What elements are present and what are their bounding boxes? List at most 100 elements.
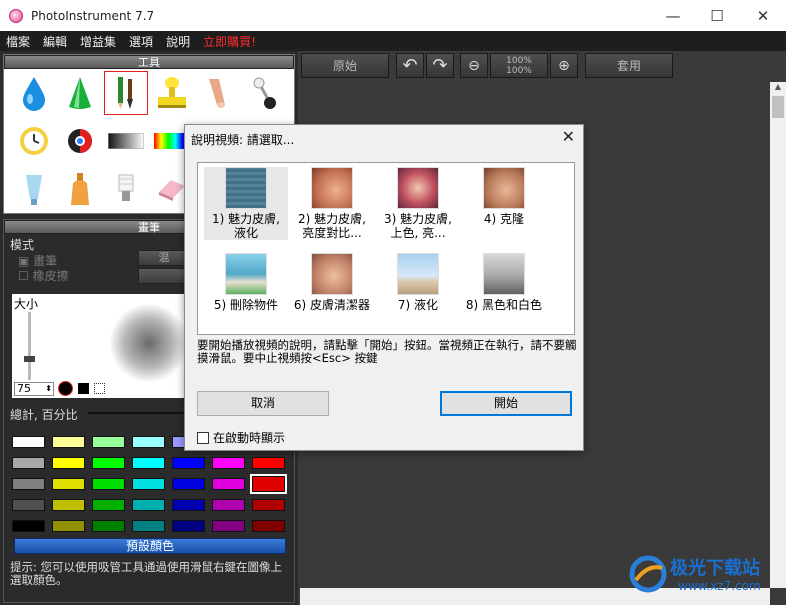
menu-buy-now[interactable]: 立即購買! [203,33,256,50]
size-slider-handle[interactable] [24,356,35,362]
redo-button[interactable]: ↷ [426,53,454,78]
menu-options[interactable]: 選項 [129,33,153,50]
apply-button[interactable]: 套用 [585,53,673,78]
show-on-start-label: 在啟動時顯示 [213,431,286,445]
bottle-tool-icon[interactable] [58,167,102,211]
color-swatch[interactable] [12,520,45,532]
color-swatch[interactable] [52,457,85,469]
show-on-start-checkbox[interactable]: 在啟動時顯示 [197,429,285,446]
video-label: 1) 魅力皮膚, 液化 [204,212,288,240]
color-swatch[interactable] [132,457,165,469]
vertical-scroll-thumb[interactable] [772,96,784,118]
color-swatch[interactable] [212,478,245,490]
dialog-message: 要開始播放視頻的說明，請點擊「開始」按鈕。當視頻正在執行，請不要觸摸滑鼠。要中止… [197,338,577,365]
color-swatch[interactable] [52,520,85,532]
undo-button[interactable]: ↶ [396,53,424,78]
video-item[interactable]: 3) 魅力皮膚, 上色, 亮... [376,167,460,240]
gradient-gray-tool-icon[interactable] [104,119,148,163]
zoom-out-icon: ⊖ [468,57,480,74]
color-swatch[interactable] [172,478,205,490]
color-swatch[interactable] [132,499,165,511]
color-swatch[interactable] [92,478,125,490]
size-slider-track [28,312,31,380]
color-swatch[interactable] [172,520,205,532]
color-swatch[interactable] [12,478,45,490]
color-swatch[interactable] [132,520,165,532]
video-item[interactable]: 7) 液化 [376,253,460,312]
start-button[interactable]: 開始 [440,391,572,416]
color-swatch[interactable] [212,457,245,469]
pin-tool-icon[interactable] [242,71,286,115]
color-swatch[interactable] [12,499,45,511]
round-brush-icon[interactable] [58,381,73,396]
video-label-line1: 6) 皮膚清潔器 [293,298,371,312]
video-item[interactable]: 5) 刪除物件 [204,253,288,312]
maximize-button[interactable]: ☐ [694,0,740,31]
menu-edit[interactable]: 編輯 [43,33,67,50]
close-button[interactable]: ✕ [740,0,786,31]
mode-second-button[interactable] [138,268,190,284]
cone-tool-icon[interactable] [58,71,102,115]
dialog-close-icon[interactable]: ✕ [562,127,575,146]
minimize-button[interactable]: — [650,0,696,31]
video-label-line2: 亮度對比... [302,226,362,240]
color-swatch[interactable] [92,436,125,448]
color-swatch[interactable] [252,499,285,511]
menu-help[interactable]: 說明 [166,33,190,50]
color-swatch[interactable] [212,499,245,511]
menu-plugins[interactable]: 增益集 [80,33,116,50]
color-swatch[interactable] [52,478,85,490]
total-percent-label: 總計, 百分比 [10,408,78,422]
color-swatch[interactable] [252,457,285,469]
help-video-dialog: 說明視頻: 請選取... ✕ 1) 魅力皮膚, 液化 2) 魅力皮膚, 亮度對比..… [184,124,584,451]
size-area: 大小 75 ⬍ [12,294,194,398]
clock-tool-icon[interactable] [12,119,56,163]
drop-tool-icon[interactable] [12,71,56,115]
tube-tool-icon[interactable] [12,167,56,211]
zoom-level[interactable]: 100% 100% [490,53,548,78]
video-item[interactable]: 4) 克隆 [462,167,546,226]
size-input[interactable]: 75 ⬍ [14,382,54,396]
zoom-in-button[interactable]: ⊕ [550,53,578,78]
spin-icon[interactable]: ⬍ [45,383,52,395]
color-swatch[interactable] [252,520,285,532]
color-swatch[interactable] [132,436,165,448]
color-swatch[interactable] [92,457,125,469]
color-swatch[interactable] [250,474,287,494]
color-swatch[interactable] [212,520,245,532]
color-swatch[interactable] [52,499,85,511]
color-swatch[interactable] [92,499,125,511]
cancel-button[interactable]: 取消 [197,391,329,416]
scroll-up-icon[interactable]: ▲ [770,82,786,91]
square-brush-icon[interactable] [78,383,89,394]
original-button[interactable]: 原始 [301,53,389,78]
blend-button[interactable]: 混 [138,250,190,266]
zoom-out-button[interactable]: ⊖ [460,53,488,78]
color-circle-tool-icon[interactable] [58,119,102,163]
mode-eraser-option[interactable]: ☐ 橡皮擦 [18,267,69,284]
size-label: 大小 [14,297,39,311]
video-label-line1: 5) 刪除物件 [213,298,279,312]
video-item[interactable]: 8) 黑色和白色 [462,253,546,312]
video-item[interactable]: 2) 魅力皮膚, 亮度對比... [290,167,374,240]
video-item[interactable]: 1) 魅力皮膚, 液化 [204,167,288,240]
bulb-tool-icon[interactable] [104,167,148,211]
color-swatch[interactable] [12,436,45,448]
vertical-scrollbar[interactable]: ▲ [770,82,786,588]
menu-file[interactable]: 檔案 [6,33,30,50]
preset-colors-button[interactable]: 預設顏色 [14,538,286,554]
color-swatch[interactable] [132,478,165,490]
stamp-tool-icon[interactable] [150,71,194,115]
checkbox-box[interactable] [197,431,209,444]
video-item[interactable]: 6) 皮膚清潔器 [290,253,374,312]
color-swatch[interactable] [172,499,205,511]
color-swatch[interactable] [12,457,45,469]
color-swatch[interactable] [92,520,125,532]
finger-tool-icon[interactable] [196,71,240,115]
total-percent-slider[interactable] [88,412,188,414]
dotted-brush-icon[interactable] [94,383,105,394]
color-swatch[interactable] [172,457,205,469]
zoom-level-top: 100% [506,55,532,66]
brush-tool-icon[interactable] [104,71,148,115]
color-swatch[interactable] [52,436,85,448]
